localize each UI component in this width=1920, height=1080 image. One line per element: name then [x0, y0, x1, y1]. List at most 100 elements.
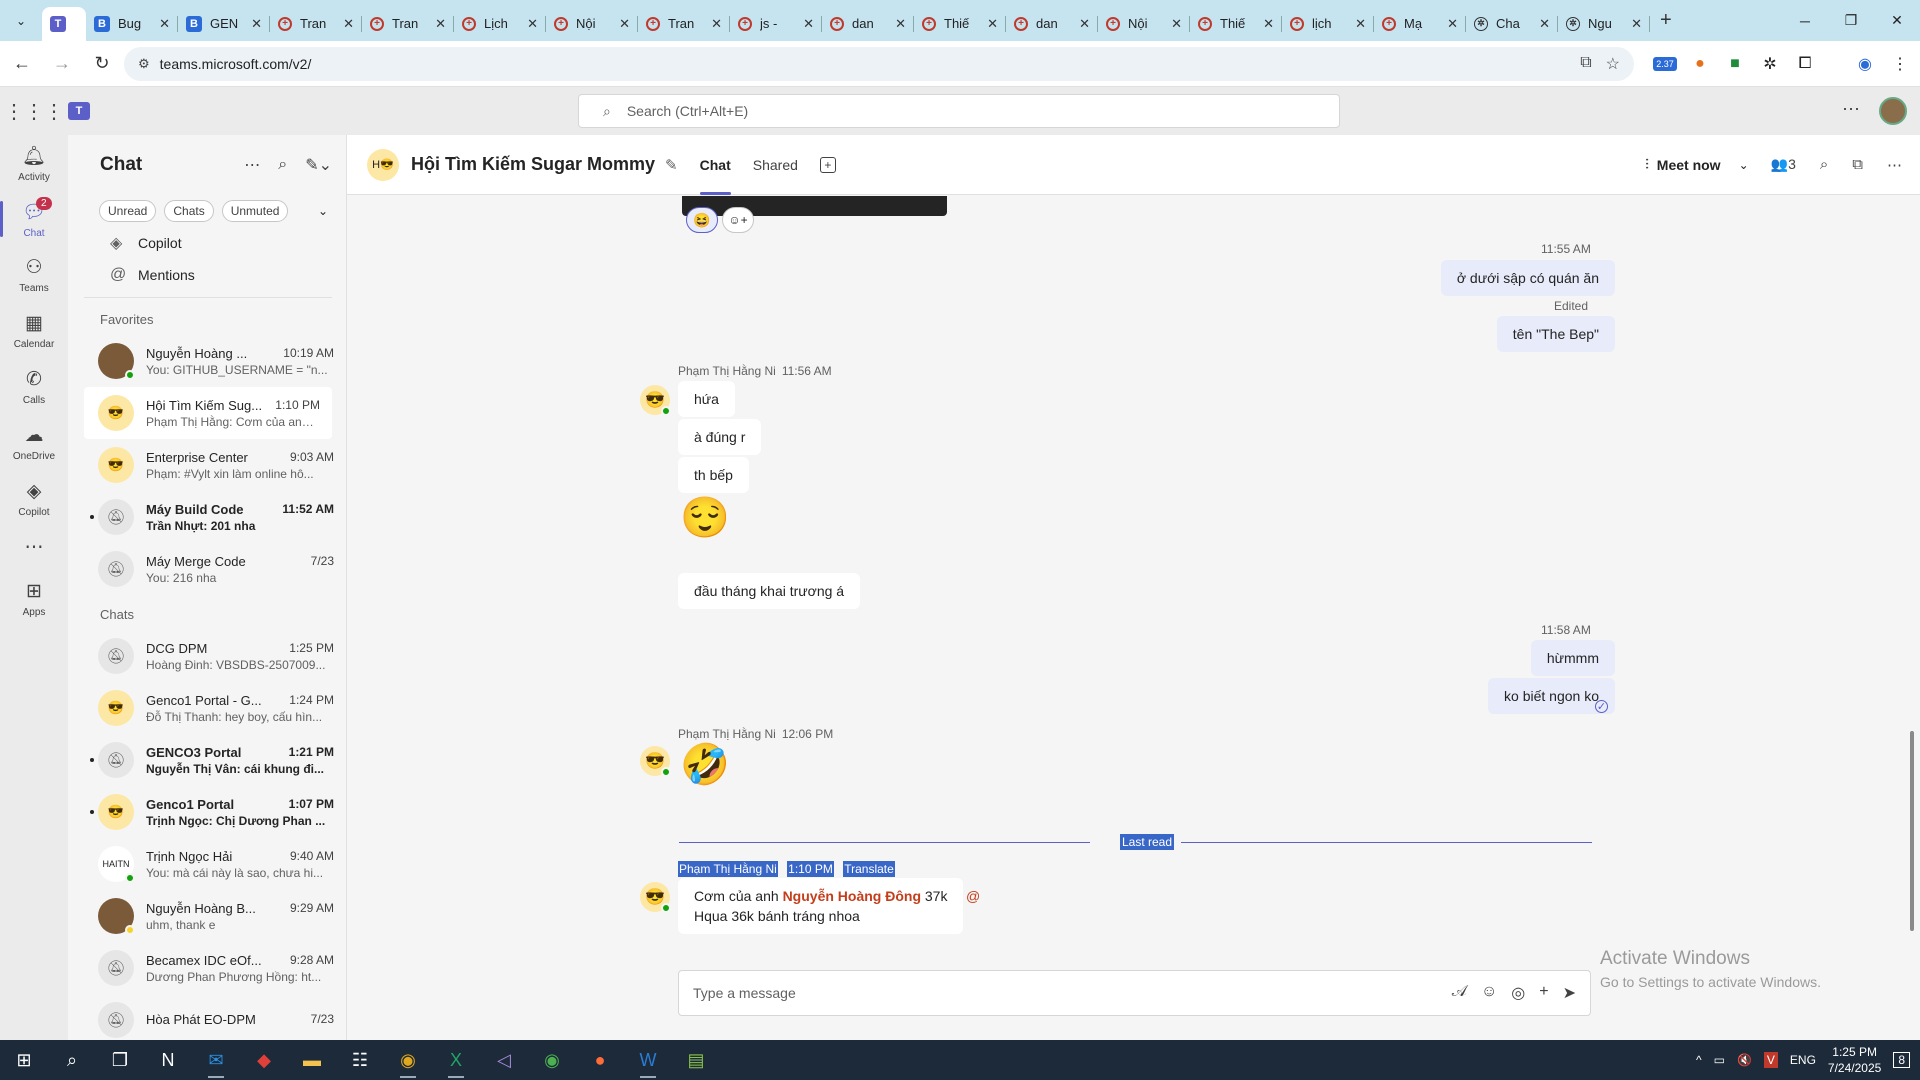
user-mention[interactable]: Nguyễn Hoàng Đông	[783, 888, 921, 904]
install-app-icon[interactable]: ⧉	[1580, 54, 1591, 74]
received-message[interactable]: đầu tháng khai trương á	[678, 573, 861, 609]
chrome-icon[interactable]: ◉	[384, 1040, 432, 1080]
rail-item-calls[interactable]: ✆ Calls	[0, 359, 68, 415]
task-view-icon[interactable]: ❐	[96, 1040, 144, 1080]
tray-chevron-icon[interactable]: ^	[1696, 1053, 1702, 1067]
anydesk-icon[interactable]: ◆	[240, 1040, 288, 1080]
site-info-icon[interactable]: ⚙	[138, 56, 150, 72]
reaction-pill[interactable]: 😆	[686, 207, 718, 233]
chrome-icon[interactable]: ◉	[528, 1040, 576, 1080]
chat-list-item[interactable]: 🔕︎ Máy Build Code 11:52 AM Trần Nhựt: 201 n…	[68, 491, 346, 543]
close-tab-icon[interactable]: ✕	[1631, 16, 1642, 32]
close-tab-icon[interactable]: ✕	[1447, 16, 1458, 32]
close-tab-icon[interactable]: ✕	[1079, 16, 1090, 32]
close-tab-icon[interactable]: ✕	[711, 16, 722, 32]
filter-chats[interactable]: Chats	[164, 200, 214, 222]
chat-list-item[interactable]: 😎 Hội Tìm Kiếm Sug... 1:10 PM Phạm Thị Hằng…	[84, 387, 332, 439]
browser-tab[interactable]: T	[42, 6, 86, 41]
loop-icon[interactable]: ◎	[1511, 983, 1525, 1003]
browser-tab[interactable]: + Lịch ✕	[454, 7, 546, 41]
close-tab-icon[interactable]: ✕	[1263, 16, 1274, 32]
extension-orange-icon[interactable]: ●	[1685, 49, 1715, 79]
user-avatar[interactable]	[1879, 97, 1907, 125]
search-in-chat-icon[interactable]: ⌕	[1820, 156, 1828, 173]
emoji-message[interactable]: 🤣	[680, 745, 730, 785]
close-tab-icon[interactable]: ✕	[619, 16, 630, 32]
browser-tab[interactable]: + lịch ✕	[1282, 7, 1374, 41]
notepad-icon[interactable]: ▤	[672, 1040, 720, 1080]
outlook-icon[interactable]: ✉	[192, 1040, 240, 1080]
browser-tab[interactable]: ✲ Cha ✕	[1466, 7, 1558, 41]
chat-list-item[interactable]: 🔕︎ Becamex IDC eOf... 9:28 AM Dương Phan Ph…	[68, 942, 346, 994]
forward-icon[interactable]: →	[44, 46, 80, 82]
close-tab-icon[interactable]: ✕	[1171, 16, 1182, 32]
close-tab-icon[interactable]: ✕	[527, 16, 538, 32]
address-bar[interactable]: ⚙ teams.microsoft.com/v2/ ⧉ ☆	[124, 47, 1634, 81]
filter-unmuted[interactable]: Unmuted	[221, 200, 289, 222]
format-icon[interactable]: 𝒜	[1452, 983, 1467, 1003]
chat-list-item[interactable]: 😎 Enterprise Center 9:03 AM Phạm: #Vylt xin…	[68, 439, 346, 491]
edit-title-icon[interactable]: ✎	[665, 156, 678, 174]
received-message[interactable]: th bếp	[678, 457, 749, 493]
network-icon[interactable]: ▭	[1714, 1053, 1725, 1067]
send-icon[interactable]: ➤	[1563, 983, 1576, 1003]
chat-list-item[interactable]: Nguyễn Hoàng ... 10:19 AM You: GITHUB_USER…	[68, 335, 346, 387]
word-icon[interactable]: W	[624, 1040, 672, 1080]
browser-tab[interactable]: + Tran ✕	[270, 7, 362, 41]
volume-muted-icon[interactable]: 🔇	[1737, 1053, 1752, 1067]
extension-badge-icon[interactable]: 2.37	[1650, 49, 1680, 79]
browser-tab[interactable]: ✲ Ngu ✕	[1558, 7, 1650, 41]
back-icon[interactable]: ←	[4, 46, 40, 82]
chat-list-item[interactable]: 🔕︎ DCG DPM 1:25 PM Hoàng Đinh: VBSDBS-25070…	[68, 630, 346, 682]
chat-list-item[interactable]: 🔕︎ Hòa Phát EO-DPM 7/23	[68, 994, 346, 1040]
meet-now-button[interactable]: ⫶ Meet now ⌄	[1645, 156, 1748, 173]
rail-item-activity[interactable]: 🔔︎ Activity	[0, 135, 68, 191]
sender-avatar[interactable]: 😎	[640, 385, 671, 416]
chat-list-item[interactable]: Nguyễn Hoàng B... 9:29 AM uhm, thank e	[68, 890, 346, 942]
chevron-down-icon[interactable]: ⌄	[318, 204, 328, 218]
add-tab-icon[interactable]: +	[819, 156, 836, 173]
antivirus-icon[interactable]: V	[1763, 1052, 1778, 1068]
close-window-icon[interactable]: ✕	[1874, 0, 1920, 41]
chat-list-item[interactable]: HAITN Trịnh Ngọc Hải 9:40 AM You: mà cái nà…	[68, 838, 346, 890]
rail-item-copilot[interactable]: ◈ Copilot	[0, 471, 68, 527]
close-tab-icon[interactable]: ✕	[159, 16, 170, 32]
close-tab-icon[interactable]: ✕	[1355, 16, 1366, 32]
rail-item-onedrive[interactable]: ☁ OneDrive	[0, 415, 68, 471]
add-reaction-icon[interactable]: ☺+	[722, 207, 754, 233]
compose-box[interactable]: Type a message 𝒜 ☺ ◎ + ➤	[678, 970, 1591, 1016]
browser-tab[interactable]: + Thiế ✕	[914, 7, 1006, 41]
pinned-mentions[interactable]: @ Mentions	[68, 259, 346, 291]
clock[interactable]: 1:25 PM 7/24/2025	[1828, 1044, 1881, 1076]
new-chat-icon[interactable]: ✎⌄	[305, 155, 332, 175]
emoji-message[interactable]: 😌	[680, 498, 730, 538]
browser-menu-icon[interactable]: ⋮	[1885, 49, 1915, 79]
popout-icon[interactable]: ⧉	[1852, 156, 1863, 173]
chat-list-item[interactable]: 🔕︎ Máy Merge Code 7/23 You: 216 nha	[68, 543, 346, 595]
search-input[interactable]: ⌕ Search (Ctrl+Alt+E)	[578, 94, 1340, 128]
visual-studio-icon[interactable]: ◁	[480, 1040, 528, 1080]
language-indicator[interactable]: ENG	[1790, 1053, 1816, 1067]
filter-unread[interactable]: Unread	[99, 200, 157, 222]
close-tab-icon[interactable]: ✕	[1539, 16, 1550, 32]
received-message[interactable]: hứa	[678, 381, 735, 417]
postman-icon[interactable]: ●	[576, 1040, 624, 1080]
network-app-icon[interactable]: ☷	[336, 1040, 384, 1080]
participants-button[interactable]: 👥3	[1771, 156, 1796, 173]
start-icon[interactable]: ⊞	[0, 1040, 48, 1080]
rail-item-calendar[interactable]: ▦ Calendar	[0, 303, 68, 359]
translate-link[interactable]: Translate	[843, 861, 895, 877]
tab-search-icon[interactable]: ⌄	[10, 10, 32, 32]
my-message[interactable]: hừmmm	[1530, 640, 1615, 676]
favorites-section-label[interactable]: Favorites	[68, 304, 346, 335]
tab-chat[interactable]: Chat	[699, 135, 731, 195]
rail-item-more[interactable]: ⋯	[0, 527, 68, 571]
chat-list-item[interactable]: 😎 Genco1 Portal - G... 1:24 PM Đỗ Thị Thanh…	[68, 682, 346, 734]
received-message[interactable]: Cơm của anh Nguyễn Hoàng Đông 37k Hqua 3…	[678, 878, 964, 934]
settings-more-icon[interactable]: ⋯	[1842, 99, 1860, 120]
filter-search-icon[interactable]: ⌕	[278, 156, 287, 174]
excel-icon[interactable]: X	[432, 1040, 480, 1080]
browser-tab[interactable]: + dan ✕	[1006, 7, 1098, 41]
search-icon[interactable]: ⌕	[48, 1040, 96, 1080]
more-options-icon[interactable]: ⋯	[244, 155, 260, 175]
